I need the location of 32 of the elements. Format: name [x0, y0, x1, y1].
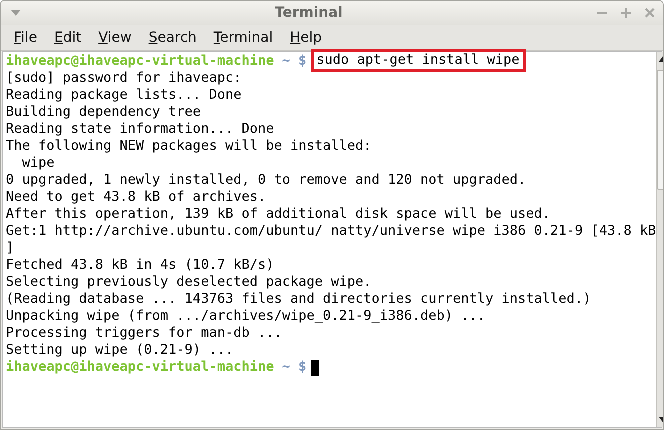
output-line: Reading state information... Done: [6, 121, 274, 138]
output-line: The following NEW packages will be installed:: [6, 138, 372, 155]
menu-item[interactable]: View: [90, 30, 140, 46]
close-icon[interactable]: [645, 8, 655, 18]
output-line: 0 upgraded, 1 newly installed, 0 to remove and 120 not upgraded.: [6, 172, 526, 189]
command-text: sudo apt-get install wipe: [316, 52, 521, 69]
output-line: Unpacking wipe (from .../archives/wipe_0.21-9_i386.deb) ...: [6, 308, 486, 325]
output-line: Need to get 43.8 kB of archives.: [6, 189, 266, 206]
output-line: (Reading database ... 143763 files and directories currently installed.): [6, 291, 592, 308]
window-menu-icon[interactable]: [11, 10, 21, 16]
output-line: Fetched 43.8 kB in 4s (10.7 kB/s): [6, 257, 274, 274]
output-line: Reading package lists... Done: [6, 87, 242, 104]
output-line: Building dependency tree: [6, 104, 202, 121]
output-line: wipe: [21, 155, 55, 172]
maximize-icon[interactable]: [621, 8, 631, 18]
prompt-path: ~ $: [282, 53, 307, 70]
prompt-path: ~ $: [282, 359, 307, 376]
output-line: Selecting previously deselected package wipe.: [6, 274, 372, 291]
prompt-user-host: ihaveapc@ihaveapc-virtual-machine: [6, 53, 274, 70]
output-line: [sudo] password for ihaveapc:: [6, 70, 242, 87]
output-line: Processing triggers for man-db ...: [6, 325, 282, 342]
menu-item[interactable]: File: [5, 30, 46, 46]
output-line: After this operation, 139 kB of additional disk space will be used.: [6, 206, 551, 223]
menu-item[interactable]: Search: [140, 30, 205, 46]
window-title: Terminal: [274, 5, 344, 21]
output-line: Setting up wipe (0.21-9) ...: [6, 342, 234, 359]
output-line: Get:1 http://archive.ubuntu.com/ubuntu/ natty/universe wipe i386 0.21-9 [43.8 kB: [6, 223, 656, 240]
menu-item[interactable]: Edit: [45, 30, 90, 46]
menu-item[interactable]: Help: [281, 30, 330, 46]
output-line: ]: [6, 240, 14, 257]
menu-item[interactable]: Terminal: [204, 30, 282, 46]
prompt-user-host: ihaveapc@ihaveapc-virtual-machine: [6, 359, 274, 376]
